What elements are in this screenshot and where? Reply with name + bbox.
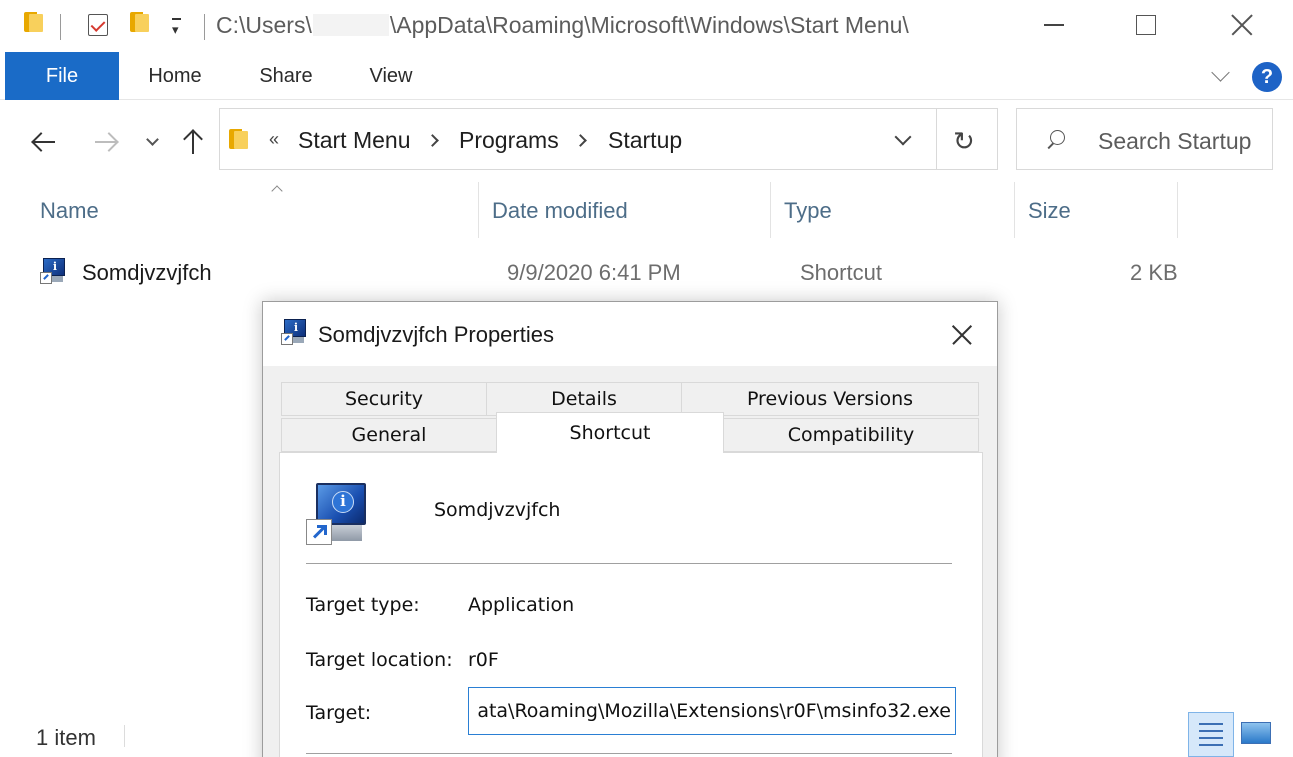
search-input[interactable]: Search Startup	[1098, 128, 1251, 155]
table-row[interactable]: Somdjvzvjfch 9/9/2020 6:41 PM Shortcut 2…	[0, 252, 1293, 294]
column-header-label: Type	[784, 198, 832, 223]
back-button[interactable]	[26, 124, 62, 160]
breadcrumb-startup[interactable]: Startup	[608, 127, 682, 154]
shortcut-file-icon	[40, 258, 68, 286]
properties-check-icon[interactable]	[88, 14, 108, 36]
details-view-icon[interactable]	[1188, 712, 1234, 757]
divider	[306, 563, 952, 564]
forward-button[interactable]	[88, 124, 124, 160]
tab-home[interactable]: Home	[134, 52, 216, 100]
target-location-label: Target location:	[306, 649, 453, 671]
file-date-modified: 9/9/2020 6:41 PM	[507, 260, 681, 285]
breadcrumb-separator-icon[interactable]	[576, 136, 586, 146]
back-arrow-icon	[31, 132, 57, 152]
breadcrumb-separator-icon[interactable]	[428, 136, 438, 146]
title-bar: ▾ C:\Users\ \AppData\Roaming\Microsoft\Wi…	[0, 0, 1293, 52]
redacted-username	[312, 14, 389, 36]
address-divider	[936, 109, 937, 169]
minimize-icon	[1044, 24, 1064, 26]
breadcrumb-start-menu[interactable]: Start Menu	[298, 127, 411, 154]
properties-dialog: Somdjvzvjfch Properties Security Details…	[262, 301, 998, 757]
dialog-title: Somdjvzvjfch Properties	[318, 322, 554, 347]
chevron-down-icon	[146, 136, 158, 148]
up-arrow-icon	[183, 129, 203, 155]
column-header-type[interactable]: Type	[771, 180, 1013, 238]
window-title-path: C:\Users\ \AppData\Roaming\Microsoft\Wind…	[216, 12, 909, 39]
ribbon: File Home Share View ?	[0, 52, 1293, 100]
shortcut-name: Somdjvzvjfch	[434, 499, 561, 521]
tab-shortcut[interactable]: Shortcut	[496, 412, 724, 453]
help-icon[interactable]: ?	[1252, 62, 1282, 92]
file-name: Somdjvzvjfch	[82, 260, 212, 285]
dialog-close-icon[interactable]	[943, 320, 979, 350]
large-icons-view-icon[interactable]	[1241, 722, 1271, 744]
status-separator	[124, 725, 125, 747]
search-icon	[1047, 130, 1065, 148]
title-path-suffix: \AppData\Roaming\Microsoft\Windows\Start…	[389, 12, 909, 38]
toolbar-separator	[60, 14, 61, 40]
target-field[interactable]: ata\Roaming\Mozilla\Extensions\r0F\msinf…	[468, 687, 956, 735]
dialog-title-bar: Somdjvzvjfch Properties	[263, 302, 997, 366]
quick-access-dropdown-icon[interactable]: ▾	[172, 18, 181, 38]
recent-locations-button[interactable]	[142, 124, 162, 160]
breadcrumb-programs[interactable]: Programs	[459, 127, 559, 154]
column-header-label: Name	[40, 198, 99, 223]
shortcut-icon	[306, 483, 370, 547]
forward-arrow-icon	[93, 132, 119, 152]
folder-icon	[24, 12, 48, 32]
up-button[interactable]	[176, 124, 210, 160]
tab-file[interactable]: File	[5, 52, 119, 100]
expand-ribbon-chevron-icon[interactable]	[1212, 66, 1228, 82]
shortcut-file-icon	[281, 319, 309, 347]
item-count-status: 1 item	[36, 725, 96, 750]
column-header-label: Size	[1028, 198, 1071, 223]
close-button[interactable]	[1210, 0, 1274, 50]
tab-previous-versions[interactable]: Previous Versions	[681, 382, 979, 416]
target-location-value: r0F	[468, 649, 499, 671]
target-type-value: Application	[468, 594, 575, 616]
tab-share[interactable]: Share	[248, 52, 324, 100]
column-divider[interactable]	[1177, 182, 1178, 238]
minimize-button[interactable]	[1022, 0, 1086, 50]
tab-security[interactable]: Security	[281, 382, 487, 416]
refresh-icon[interactable]: ↻	[953, 126, 975, 157]
maximize-icon	[1136, 15, 1156, 35]
tab-view[interactable]: View	[356, 52, 426, 100]
toolbar-separator	[204, 14, 205, 40]
folder-icon	[229, 129, 253, 149]
file-size: 2 KB	[1130, 260, 1178, 285]
tab-compatibility[interactable]: Compatibility	[723, 418, 979, 452]
divider	[306, 753, 952, 754]
navigation-bar: « Start Menu Programs Startup ↻ Search S…	[0, 100, 1293, 180]
search-box[interactable]: Search Startup	[1016, 108, 1273, 170]
address-bar[interactable]: « Start Menu Programs Startup ↻	[219, 108, 998, 170]
shortcut-tab-panel: Somdjvzvjfch Target type: Application Ta…	[279, 452, 983, 757]
target-type-label: Target type:	[306, 594, 420, 616]
column-header-size[interactable]: Size	[1015, 180, 1177, 238]
target-label: Target:	[306, 702, 372, 724]
collapsed-path-marker[interactable]: «	[269, 129, 279, 150]
title-path-prefix: C:\Users\	[216, 12, 312, 38]
file-type: Shortcut	[800, 260, 882, 285]
tab-general[interactable]: General	[281, 418, 497, 452]
tab-details[interactable]: Details	[486, 382, 682, 416]
target-field-value: ata\Roaming\Mozilla\Extensions\r0F\msinf…	[477, 700, 951, 722]
column-header-date-modified[interactable]: Date modified	[479, 180, 769, 238]
close-icon	[1231, 14, 1253, 36]
new-folder-icon[interactable]	[130, 12, 154, 32]
column-header-label: Date modified	[492, 198, 628, 223]
maximize-button[interactable]	[1114, 0, 1178, 50]
column-header-name[interactable]: Name	[0, 180, 478, 238]
address-history-dropdown-icon[interactable]	[893, 131, 913, 151]
